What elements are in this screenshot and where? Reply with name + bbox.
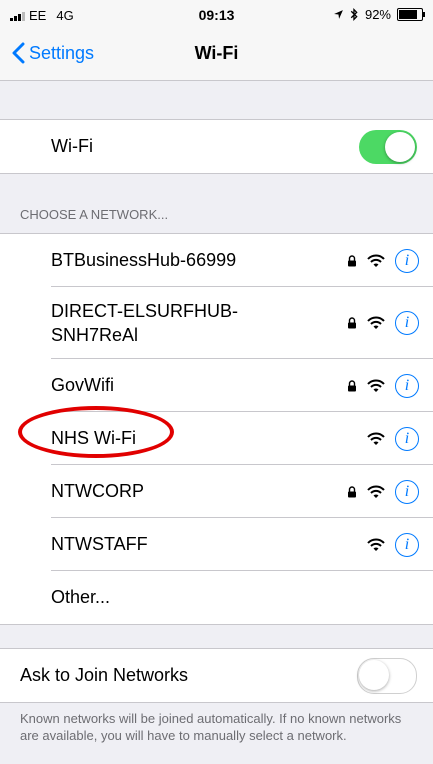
status-bar: EE 4G 09:13 92% <box>0 0 433 30</box>
network-row[interactable]: DIRECT-ELSURFHUB- SNH7ReAl i <box>0 287 433 359</box>
network-name: BTBusinessHub-66999 <box>51 250 237 270</box>
wifi-row: Wi-Fi <box>0 120 433 173</box>
network-icons: i <box>367 426 419 451</box>
choose-network-header: CHOOSE A NETWORK... <box>20 207 169 222</box>
status-right: 92% <box>333 7 425 22</box>
info-icon[interactable]: i <box>395 373 419 398</box>
wifi-signal-icon <box>367 316 385 329</box>
other-network-label: Other... <box>51 587 111 607</box>
wifi-signal-icon <box>367 432 385 445</box>
network-icons: i <box>347 248 419 273</box>
lock-icon <box>348 379 356 391</box>
network-name: NTWCORP <box>51 481 144 501</box>
navigation-bar: Settings Wi-Fi <box>0 30 433 81</box>
info-icon[interactable]: i <box>395 532 419 557</box>
battery-icon <box>397 8 425 21</box>
wifi-toggle[interactable] <box>359 129 417 164</box>
wifi-signal-icon <box>367 538 385 551</box>
network-row[interactable]: NTWSTAFF i <box>0 518 433 571</box>
toggle-knob <box>385 131 415 162</box>
wifi-signal-icon <box>367 254 385 267</box>
lock-icon <box>348 317 356 329</box>
network-icons: i <box>367 532 419 557</box>
network-icons: i <box>347 373 419 398</box>
network-name-line2: SNH7ReAl <box>51 325 139 345</box>
ask-join-group: Ask to Join Networks <box>0 648 433 703</box>
network-icons: i <box>347 311 419 335</box>
info-icon[interactable]: i <box>395 311 419 335</box>
wifi-label: Wi-Fi <box>51 136 93 156</box>
toggle-knob <box>359 659 389 690</box>
info-icon[interactable]: i <box>395 479 419 504</box>
network-row[interactable]: BTBusinessHub-66999 i <box>0 234 433 287</box>
location-arrow-icon <box>334 10 343 19</box>
network-name: NTWSTAFF <box>51 534 148 554</box>
info-icon[interactable]: i <box>395 426 419 451</box>
network-row-nhs-wifi[interactable]: NHS Wi-Fi i <box>0 412 433 465</box>
network-row[interactable]: NTWCORP i <box>0 465 433 518</box>
network-name: GovWifi <box>51 375 114 395</box>
network-list: BTBusinessHub-66999 i DIRECT-ELSURFHUB- … <box>0 233 433 625</box>
other-network-row[interactable]: Other... <box>0 571 433 624</box>
wifi-toggle-group: Wi-Fi <box>0 119 433 174</box>
wifi-signal-icon <box>367 485 385 498</box>
info-icon[interactable]: i <box>395 248 419 273</box>
ask-join-row: Ask to Join Networks <box>0 649 433 702</box>
network-name: DIRECT-ELSURFHUB- SNH7ReAl <box>51 299 238 347</box>
ask-join-label: Ask to Join Networks <box>20 665 189 685</box>
lock-icon <box>348 254 356 266</box>
bluetooth-icon <box>350 8 358 21</box>
network-name-line1: DIRECT-ELSURFHUB- <box>51 301 239 321</box>
page-title: Wi-Fi <box>194 43 239 63</box>
network-icons: i <box>347 479 419 504</box>
network-name: NHS Wi-Fi <box>51 428 136 448</box>
lock-icon <box>348 485 356 497</box>
network-row[interactable]: GovWifi i <box>0 359 433 412</box>
wifi-signal-icon <box>367 379 385 392</box>
ask-join-footer: Known networks will be joined automatica… <box>20 711 402 743</box>
battery-percent: 92% <box>364 7 391 22</box>
ask-join-toggle[interactable] <box>357 657 417 694</box>
